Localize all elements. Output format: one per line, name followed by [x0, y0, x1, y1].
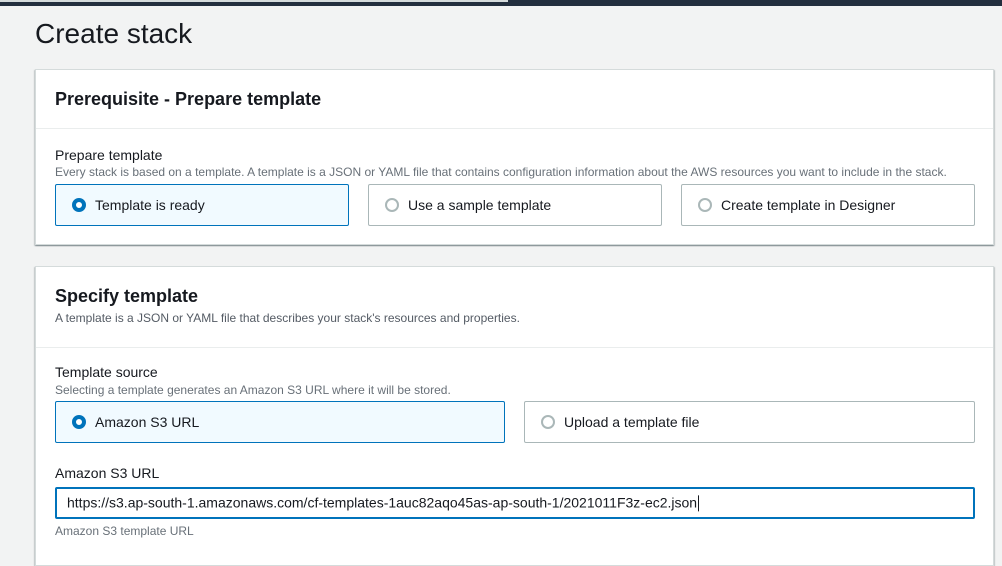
- prerequisite-panel: Prerequisite - Prepare template Prepare …: [35, 69, 994, 245]
- prerequisite-panel-title: Prerequisite - Prepare template: [55, 89, 322, 109]
- option-label: Template is ready: [95, 197, 205, 213]
- text-cursor: [698, 495, 700, 512]
- specify-template-panel: Specify template A template is a JSON or…: [35, 266, 994, 566]
- source-option-s3-url[interactable]: Amazon S3 URL: [55, 401, 505, 443]
- radio-unselected-icon[interactable]: [385, 198, 399, 212]
- radio-unselected-icon[interactable]: [541, 415, 555, 429]
- specify-template-description: A template is a JSON or YAML file that d…: [55, 311, 520, 325]
- option-label: Create template in Designer: [721, 197, 896, 213]
- template-source-label: Template source: [55, 364, 158, 380]
- option-use-sample-template[interactable]: Use a sample template: [368, 184, 662, 226]
- template-source-description: Selecting a template generates an Amazon…: [55, 383, 451, 397]
- radio-unselected-icon[interactable]: [698, 198, 712, 212]
- prerequisite-panel-header: Prerequisite - Prepare template: [36, 70, 993, 129]
- s3-url-hint: Amazon S3 template URL: [55, 524, 194, 538]
- option-template-is-ready[interactable]: Template is ready: [55, 184, 349, 226]
- specify-template-panel-title: Specify template: [55, 286, 199, 306]
- radio-selected-icon[interactable]: [72, 198, 86, 212]
- top-bar-highlight: [0, 0, 508, 2]
- source-option-upload-file[interactable]: Upload a template file: [524, 401, 975, 443]
- top-navigation-bar: [0, 0, 1002, 6]
- s3-url-input[interactable]: https://s3.ap-south-1.amazonaws.com/cf-t…: [55, 487, 975, 519]
- specify-template-panel-header: Specify template A template is a JSON or…: [36, 267, 993, 348]
- radio-selected-icon[interactable]: [72, 415, 86, 429]
- option-label: Amazon S3 URL: [95, 414, 200, 430]
- s3-url-value: https://s3.ap-south-1.amazonaws.com/cf-t…: [67, 494, 700, 512]
- prepare-template-description: Every stack is based on a template. A te…: [55, 165, 947, 179]
- option-label: Upload a template file: [564, 414, 700, 430]
- option-label: Use a sample template: [408, 197, 552, 213]
- option-create-in-designer[interactable]: Create template in Designer: [681, 184, 975, 226]
- s3-url-label: Amazon S3 URL: [55, 465, 160, 481]
- page-title: Create stack: [35, 18, 193, 49]
- prepare-template-label: Prepare template: [55, 147, 163, 163]
